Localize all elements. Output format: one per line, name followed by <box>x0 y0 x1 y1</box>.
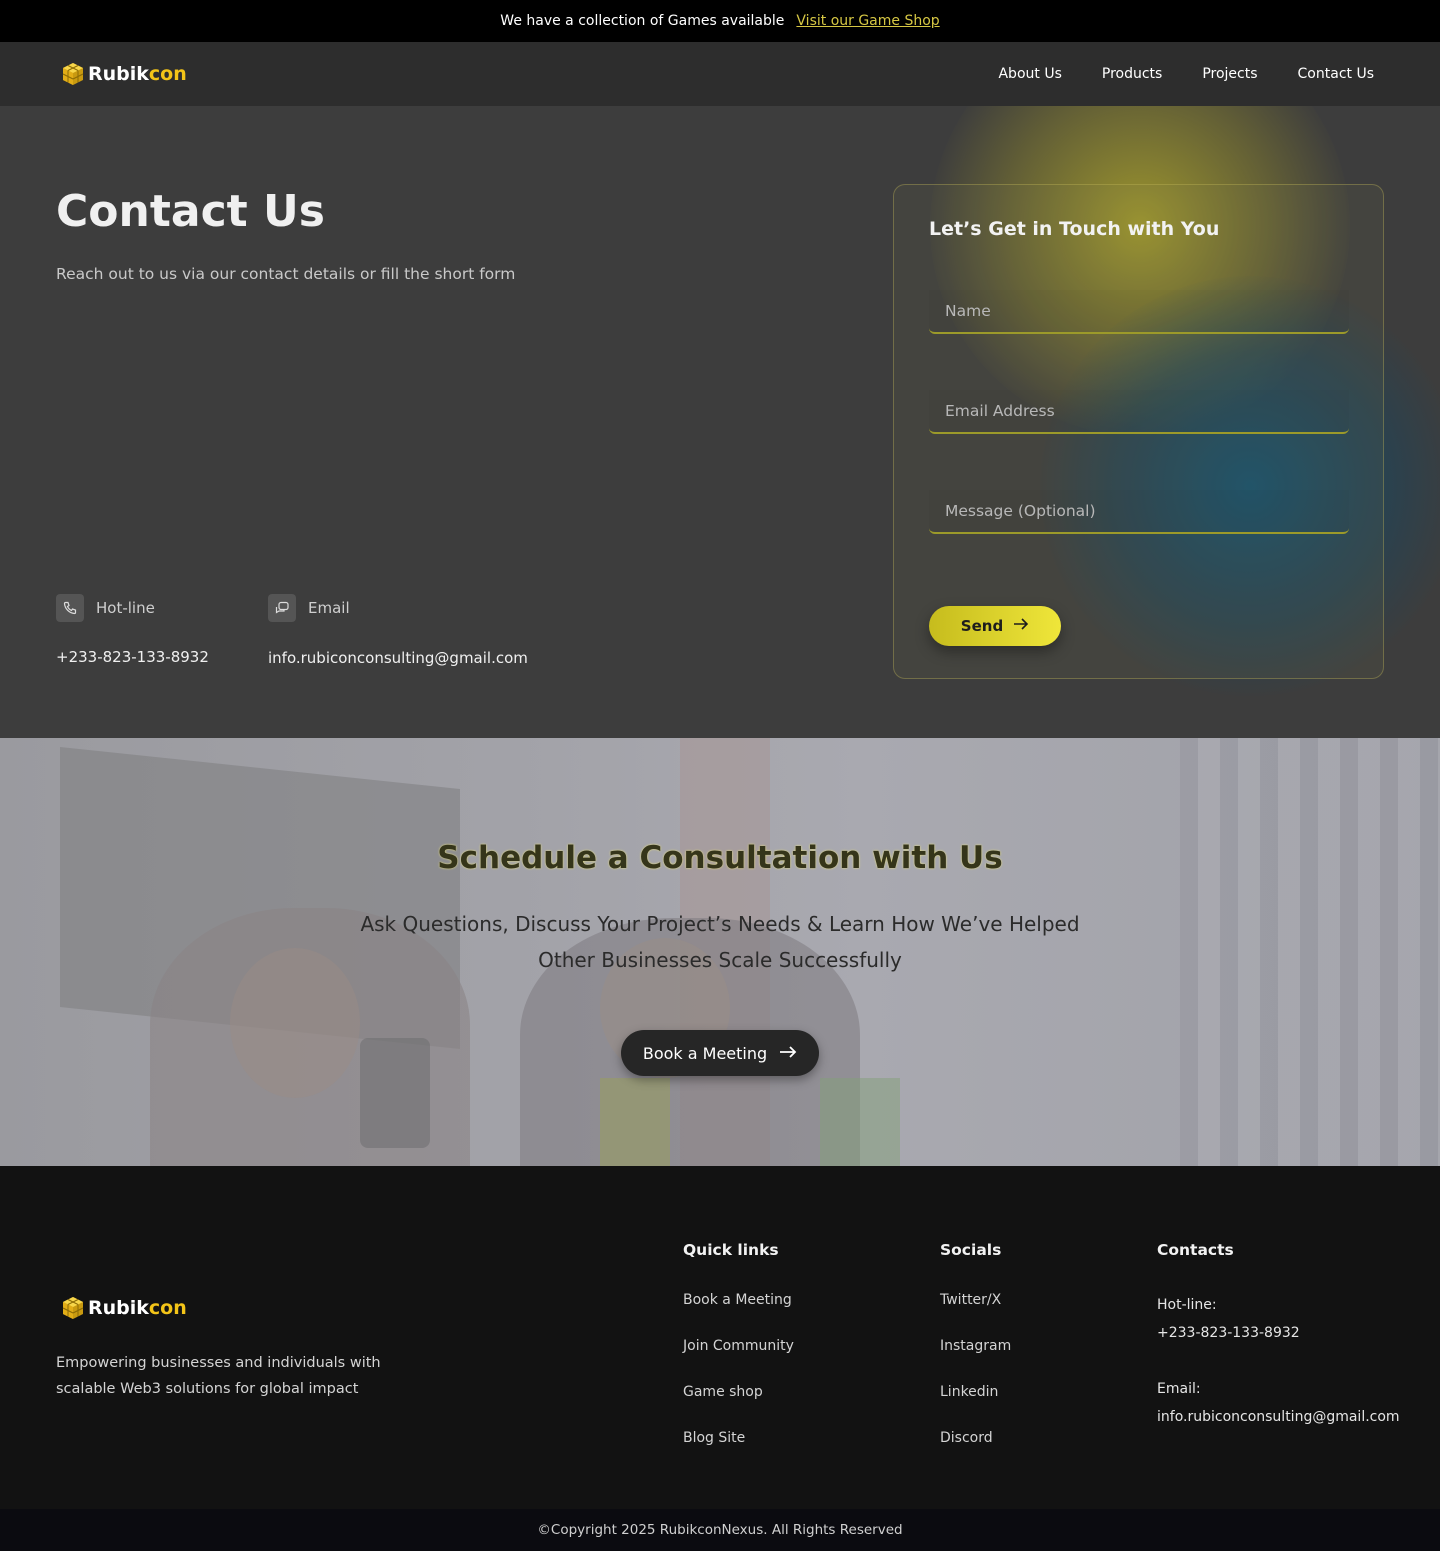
consultation-title: Schedule a Consultation with Us <box>437 840 1003 876</box>
email-field-wrapper <box>929 390 1349 434</box>
nav-products[interactable]: Products <box>1102 66 1162 82</box>
consultation-section: Schedule a Consultation with Us Ask Ques… <box>0 738 1440 1166</box>
book-meeting-button[interactable]: Book a Meeting <box>621 1030 819 1076</box>
email-input[interactable] <box>929 390 1349 432</box>
footer-link-game-shop[interactable]: Game shop <box>683 1384 794 1430</box>
footer: Rubik con Empowering businesses and indiv… <box>0 1166 1440 1509</box>
contact-form: Let’s Get in Touch with You Send <box>893 184 1384 679</box>
name-input[interactable] <box>929 290 1349 332</box>
arrow-right-icon <box>1013 617 1029 635</box>
hotline-label-row: Hot-line <box>56 594 155 622</box>
brand-name-part2: con <box>148 1297 187 1319</box>
contacts-title: Contacts <box>1157 1241 1234 1259</box>
email-label: Email <box>308 599 350 617</box>
quick-links-column: Quick links Book a Meeting Join Communit… <box>683 1241 794 1476</box>
contacts-column: Contacts Hot-line: +233-823-133-8932 Ema… <box>1157 1241 1400 1431</box>
footer-email-value[interactable]: info.rubiconconsulting@gmail.com <box>1157 1403 1400 1431</box>
page-subtitle: Reach out to us via our contact details … <box>56 265 516 283</box>
nav-projects[interactable]: Projects <box>1202 66 1257 82</box>
hotline-label: Hot-line <box>96 599 155 617</box>
social-link-discord[interactable]: Discord <box>940 1430 1011 1476</box>
send-button[interactable]: Send <box>929 606 1061 646</box>
game-shop-link[interactable]: Visit our Game Shop <box>796 13 939 29</box>
quick-links-title: Quick links <box>683 1241 779 1259</box>
footer-hotline-value[interactable]: +233-823-133-8932 <box>1157 1319 1400 1347</box>
contact-hero: Contact Us Reach out to us via our conta… <box>0 106 1440 738</box>
footer-email-label: Email: <box>1157 1381 1201 1397</box>
social-link-instagram[interactable]: Instagram <box>940 1338 1011 1384</box>
footer-brand-logo[interactable]: Rubik con <box>60 1295 187 1321</box>
socials-title: Socials <box>940 1241 1002 1259</box>
message-input[interactable] <box>929 490 1349 532</box>
footer-hotline-label: Hot-line: <box>1157 1297 1217 1313</box>
footer-tagline: Empowering businesses and individuals wi… <box>56 1355 381 1397</box>
footer-link-join-community[interactable]: Join Community <box>683 1338 794 1384</box>
nav-links: About Us Products Projects Contact Us <box>998 42 1374 106</box>
message-field-wrapper <box>929 490 1349 534</box>
cube-logo-icon <box>60 61 86 87</box>
consultation-text: Ask Questions, Discuss Your Project’s Ne… <box>360 912 1080 972</box>
nav-contact-us[interactable]: Contact Us <box>1298 66 1374 82</box>
arrow-right-icon <box>779 1044 797 1063</box>
brand-logo[interactable]: Rubik con <box>60 61 187 87</box>
copyright: ©Copyright 2025 RubikconNexus. All Right… <box>0 1509 1440 1551</box>
social-link-twitter[interactable]: Twitter/X <box>940 1292 1011 1338</box>
brand-name-part2: con <box>148 63 187 85</box>
chat-icon <box>268 594 296 622</box>
form-title: Let’s Get in Touch with You <box>929 218 1220 240</box>
page-title: Contact Us <box>56 186 325 237</box>
email-label-row: Email <box>268 594 350 622</box>
footer-link-blog-site[interactable]: Blog Site <box>683 1430 794 1476</box>
announcement-bar: We have a collection of Games available … <box>0 0 1440 42</box>
social-link-linkedin[interactable]: Linkedin <box>940 1384 1011 1430</box>
footer-link-book-meeting[interactable]: Book a Meeting <box>683 1292 794 1338</box>
name-field-wrapper <box>929 290 1349 334</box>
hotline-value[interactable]: +233-823-133-8932 <box>56 648 209 666</box>
brand-name-part1: Rubik <box>88 63 149 85</box>
cube-logo-icon <box>60 1295 86 1321</box>
navbar: Rubik con About Us Products Projects Cont… <box>0 42 1440 106</box>
socials-column: Socials Twitter/X Instagram Linkedin Dis… <box>940 1241 1011 1476</box>
announcement-text: We have a collection of Games available <box>500 13 785 29</box>
nav-about-us[interactable]: About Us <box>998 66 1061 82</box>
email-value[interactable]: info.rubiconconsulting@gmail.com <box>268 649 528 667</box>
phone-icon <box>56 594 84 622</box>
book-meeting-label: Book a Meeting <box>642 1043 768 1063</box>
brand-name-part1: Rubik <box>88 1297 149 1319</box>
send-label: Send <box>960 617 1004 635</box>
